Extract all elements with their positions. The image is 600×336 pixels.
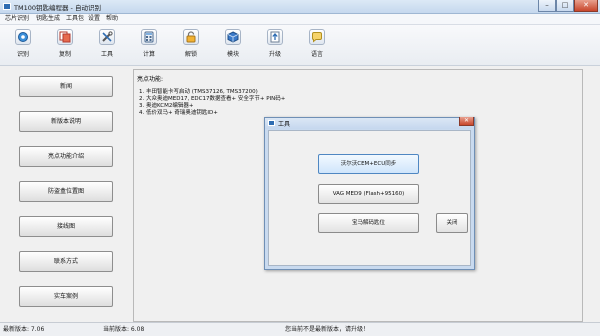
update-message: 您当前不是最新版本，请升级！ (285, 326, 370, 333)
highlight-line: 4. 低价双马+ 奇瑞奥迪钥匙ID+ (139, 110, 218, 116)
menu-key-generate[interactable]: 钥匙生成 (36, 14, 60, 24)
dialog-title: 工具 (278, 121, 291, 128)
vehicle-cases-button[interactable]: 实车案例 (19, 286, 113, 307)
toolbar-unlock[interactable]: 解锁 (174, 26, 208, 64)
close-window-button[interactable]: ✕ (574, 0, 598, 12)
release-notes-button[interactable]: 新版本说明 (19, 111, 113, 132)
unlock-icon (183, 29, 199, 45)
vag-med9-button[interactable]: VAG MED9 (Flash+95160) (318, 184, 419, 204)
window-title: TM100钥匙编程器 - 自动识别 (14, 4, 101, 12)
highlights-title: 亮点功能: (137, 76, 164, 83)
toolbar-module[interactable]: 模块 (216, 26, 250, 64)
toolbar-upgrade[interactable]: 升级 (258, 26, 292, 64)
contact-button[interactable]: 联系方式 (19, 251, 113, 272)
toolbar-tools[interactable]: 工具 (90, 26, 124, 64)
module-icon (225, 29, 241, 45)
toolbar-label: 识别 (16, 51, 29, 58)
dialog-app-icon (268, 120, 275, 126)
identify-icon (15, 29, 31, 45)
bmw-key-slot-button[interactable]: 宝马解码匙位 (318, 213, 419, 233)
current-version: 当前版本: 6.08 (103, 326, 145, 333)
menu-help[interactable]: 帮助 (106, 14, 118, 24)
toolbar-label: 解锁 (184, 51, 197, 58)
maximize-button[interactable]: □ (556, 0, 574, 12)
highlights-button[interactable]: 亮点功能介绍 (19, 146, 113, 167)
toolbar-language[interactable]: 语言 (300, 26, 334, 64)
copy-icon (57, 29, 73, 45)
toolbar-calculate[interactable]: 计算 (132, 26, 166, 64)
menu-toolkit[interactable]: 工具包 (66, 14, 84, 24)
dialog-close-icon[interactable]: ✕ (459, 117, 474, 126)
dialog-close-button[interactable]: 关闭 (436, 213, 468, 233)
upgrade-icon (267, 29, 283, 45)
menu-settings[interactable]: 设置 (88, 14, 100, 24)
toolbar-label: 语言 (310, 51, 323, 58)
app-icon (3, 3, 11, 10)
toolbar-copy[interactable]: 复制 (48, 26, 82, 64)
toolbar-identify[interactable]: 识别 (6, 26, 40, 64)
news-button[interactable]: 新闻 (19, 76, 113, 97)
toolbar-label: 复制 (58, 51, 71, 58)
language-icon (309, 29, 325, 45)
volvo-cem-ecu-sync-button[interactable]: 沃尔沃CEM+ECU同步 (318, 154, 419, 174)
latest-version: 最新版本: 7.06 (3, 326, 45, 333)
toolbar-label: 计算 (142, 51, 155, 58)
toolbar-label: 升级 (268, 51, 281, 58)
wiring-diagram-button[interactable]: 接线图 (19, 216, 113, 237)
toolbar-label: 模块 (226, 51, 239, 58)
immobilizer-location-button[interactable]: 防盗盒位置图 (19, 181, 113, 202)
toolbar-label: 工具 (100, 51, 113, 58)
menu-chip-identify[interactable]: 芯片识别 (5, 14, 29, 24)
calculator-icon (141, 29, 157, 45)
tools-icon (99, 29, 115, 45)
dialog-title-bar (265, 118, 474, 129)
minimize-button[interactable]: – (538, 0, 556, 12)
